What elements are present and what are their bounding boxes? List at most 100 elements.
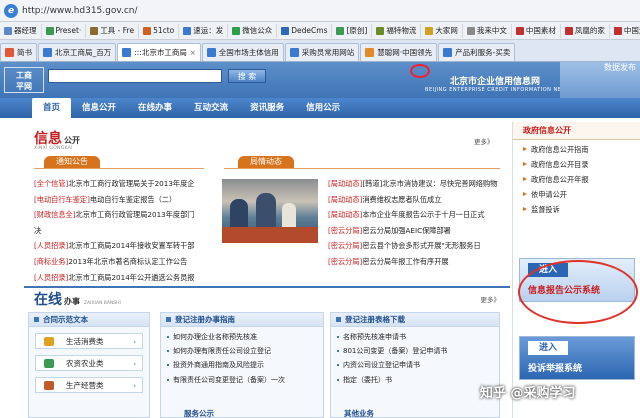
search-input[interactable] (48, 69, 222, 83)
nav-item[interactable]: 信息公开 (71, 98, 127, 118)
news-item[interactable]: [人员招录]北京市工商局2014年接收安置军转干部 (34, 238, 214, 254)
favorite-icon (90, 26, 99, 35)
news-item[interactable]: [人员招录]北京市工商局2014年公开遴选公务员报 (34, 270, 214, 286)
online-title-main: 在线 (34, 292, 62, 308)
address-bar[interactable]: e http://www.hd315.gov.cn/ (0, 0, 640, 22)
news-item[interactable]: [密云分局]密云分局年报工作有序开展 (328, 254, 508, 270)
complaint-enter-button[interactable]: 进入 (528, 341, 568, 355)
nav-item[interactable]: 在线办事 (127, 98, 183, 118)
news-photo[interactable] (222, 179, 318, 243)
news-tag[interactable]: [密云分局] (328, 241, 362, 250)
favorite-item[interactable]: 器经理 (0, 23, 42, 38)
news-text[interactable]: 消费维权志愿者队伍成立 (362, 195, 441, 204)
news-text[interactable]: 2013年北京市著名商标认定工作公告 (68, 257, 187, 266)
category-item[interactable]: 农资农业类 › (35, 355, 143, 371)
news-text[interactable]: 北京市工商行政管理局关于2013年度企 (68, 179, 194, 188)
news-item[interactable]: [局动动态][韩道]北京市消协建议：尽快完善网络购物 (328, 176, 508, 192)
list-link[interactable]: 有限责任公司变更登记（备案）一次 (167, 373, 323, 387)
site-logo[interactable]: 工商 平网 (4, 67, 44, 93)
news-tag[interactable]: [局动动态] (328, 179, 362, 188)
favorite-icon (183, 26, 192, 35)
highlight-circle (518, 260, 638, 324)
news-text[interactable]: 密云分局年报工作有序开展 (362, 257, 448, 266)
browser-tab[interactable]: 慧聪网·中国领先 (360, 43, 438, 61)
list-link[interactable]: 801公司变更（备案）登记申请书 (337, 344, 499, 358)
online-more-link[interactable]: 更多》 (481, 294, 501, 304)
news-tag[interactable]: [局动动态] (328, 210, 362, 219)
browser-tab[interactable]: 北京工商局_百万 (38, 43, 117, 61)
favorite-item[interactable]: DedeCms (277, 23, 333, 38)
favorite-item[interactable]: 中国素材 (512, 23, 561, 38)
tab-notices[interactable]: 通知公告 (44, 156, 100, 168)
news-item[interactable]: [全个信管]北京市工商行政管理局关于2013年度企 (34, 176, 214, 192)
news-tag[interactable]: [密云分局] (328, 226, 362, 235)
news-item[interactable]: [密云分局]密云县个协会多形式开展"无形服务日 (328, 238, 508, 254)
news-text[interactable]: 密云分局加强AEIC保障部署 (362, 226, 450, 235)
news-text[interactable]: 密云县个协会多形式开展"无形服务日 (362, 241, 480, 250)
news-tag[interactable]: [人员招录] (34, 273, 68, 282)
news-text[interactable]: 电动自行车鉴定报告（二） (90, 195, 176, 204)
favorite-item[interactable]: 福特物流 (372, 23, 422, 38)
news-item[interactable]: [商标业务]2013年北京市著名商标认定工作公告 (34, 254, 214, 270)
list-link[interactable]: 如何办理有限责任公司设立登记 (167, 344, 323, 358)
tab-close-icon[interactable]: × (190, 49, 196, 57)
favorite-icon (4, 26, 12, 35)
list-link[interactable]: 指定（委托）书 (337, 373, 499, 387)
favorite-item[interactable]: [原创] (332, 23, 373, 38)
sidebar-link[interactable]: 政府信息公开指南 (523, 142, 640, 157)
favorite-item[interactable]: 51cto (139, 23, 180, 38)
news-tag[interactable]: [人员招录] (34, 241, 68, 250)
news-text[interactable]: 北京市工商行政管理局2013年度部门 (76, 210, 195, 219)
category-item[interactable]: 生产经营类 › (35, 377, 143, 393)
address-url[interactable]: http://www.hd315.gov.cn/ (22, 6, 138, 16)
favorite-item[interactable]: 凤凰的家 (561, 23, 610, 38)
favorite-label: DedeCms (291, 26, 328, 35)
nav-item[interactable]: 资讯服务 (239, 98, 295, 118)
news-tag[interactable]: [全个信管] (34, 179, 68, 188)
sidebar-link[interactable]: 政府信息公开年报 (523, 172, 640, 187)
favorite-item[interactable]: 微信公众 (228, 23, 278, 38)
nav-item[interactable]: 信用公示 (295, 98, 351, 118)
news-item[interactable]: [密云分局]密云分局加强AEIC保障部署 (328, 223, 508, 239)
news-text[interactable]: 北京市工商局2014年公开遴选公务员报 (68, 273, 194, 282)
favorite-item[interactable]: Preset· (42, 23, 87, 38)
list-link[interactable]: 名称预先核准申请书 (337, 330, 499, 344)
news-tag[interactable]: [密云分局] (328, 257, 362, 266)
news-text[interactable]: [韩道]北京市消协建议：尽快完善网络购物 (362, 179, 497, 188)
news-tag[interactable]: [财政信息全] (34, 210, 76, 219)
browser-tab[interactable]: 采购员常用网站 (284, 43, 360, 61)
browser-tab[interactable]: :::北京市工商局 × (117, 43, 201, 61)
sidebar-link[interactable]: 监督投诉 (523, 202, 640, 217)
browser-tab[interactable]: 简书 (0, 43, 37, 61)
list-link[interactable]: 如何办理企业名称预先核准 (167, 330, 323, 344)
search-button[interactable]: 搜 索 (228, 69, 266, 83)
browser-tab[interactable]: 产品利服务-买卖 (438, 43, 516, 61)
news-tag[interactable]: [电动自行车鉴定] (34, 195, 90, 204)
favorite-item[interactable]: 我来中文 (463, 23, 512, 38)
news-tag[interactable]: [商标业务] (34, 257, 68, 266)
sidebar-link[interactable]: 依申请公开 (523, 187, 640, 202)
news-tag[interactable]: [局动动态] (328, 195, 362, 204)
news-text[interactable]: 本市企业年度报告公示于十月一日正式 (362, 210, 484, 219)
favorite-item[interactable]: 工具 - Fre (86, 23, 140, 38)
list-link[interactable]: 内资公司设立登记申请书 (337, 358, 499, 372)
browser-tab[interactable]: 全国市场主体信用 (201, 43, 284, 61)
favorite-item[interactable]: 中国沥 (610, 24, 640, 38)
favorite-item[interactable]: 大家网 (421, 23, 463, 38)
nav-item[interactable]: 首页 (32, 98, 72, 118)
news-item[interactable]: [局动动态]本市企业年度报告公示于十月一日正式 (328, 207, 508, 223)
tab-bureau-news[interactable]: 局情动态 (238, 156, 294, 168)
news-item[interactable]: [电动自行车鉴定]电动自行车鉴定报告（二） (34, 192, 214, 208)
nav-item[interactable]: 互动交流 (183, 98, 239, 118)
news-text[interactable]: 决 (34, 226, 41, 235)
info-more-link[interactable]: 更多》 (474, 136, 494, 146)
sidebar-link[interactable]: 政府信息公开目录 (523, 157, 640, 172)
news-item[interactable]: 决 (34, 223, 214, 239)
favorite-item[interactable]: 速运：发 (179, 23, 229, 38)
complaint-system-banner[interactable]: 进入 投诉举报系统 (519, 336, 635, 380)
news-item[interactable]: [财政信息全]北京市工商行政管理局2013年度部门 (34, 207, 214, 223)
news-item[interactable]: [局动动态]消费维权志愿者队伍成立 (328, 192, 508, 208)
list-link[interactable]: 投资外商通用指南及风险提示 (167, 358, 323, 372)
news-text[interactable]: 北京市工商局2014年接收安置军转干部 (68, 241, 194, 250)
category-item[interactable]: 生活消费类 › (35, 333, 143, 349)
